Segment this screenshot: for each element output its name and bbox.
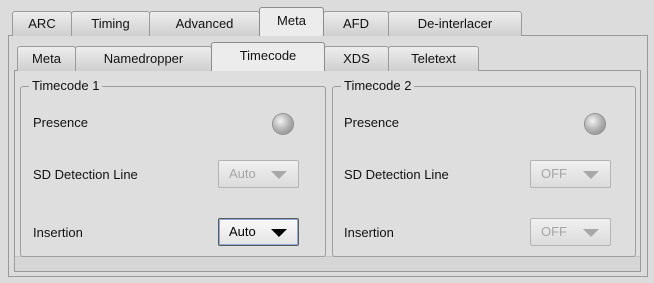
timecode-2-presence-led-icon — [585, 114, 605, 134]
subtab-teletext[interactable]: Teletext — [388, 46, 479, 71]
chevron-down-icon — [583, 171, 599, 179]
timecode-1-insertion-value: Auto — [229, 224, 256, 239]
subtab-namedropper[interactable]: Namedropper — [75, 46, 212, 71]
timecode-1-presence-led-icon — [273, 114, 293, 134]
sub-tab-panel: Timecode 1 Presence SD Detection Line Au… — [14, 70, 641, 272]
timecode-2-insertion-dropdown[interactable]: OFF — [530, 218, 611, 246]
timecode-2-group: Timecode 2 Presence SD Detection Line OF… — [332, 79, 636, 257]
timecode-2-title: Timecode 2 — [341, 79, 415, 93]
timecode-1-detection-label: SD Detection Line — [33, 167, 138, 182]
timecode-2-detection-dropdown[interactable]: OFF — [530, 160, 611, 188]
tab-arc[interactable]: ARC — [12, 11, 72, 36]
timecode-1-presence-label: Presence — [33, 115, 88, 130]
main-tab-bar: ARC Timing Advanced Meta AFD De-interlac… — [12, 6, 522, 36]
timecode-1-title: Timecode 1 — [29, 79, 103, 93]
tab-meta[interactable]: Meta — [259, 7, 324, 36]
tab-de-interlacer[interactable]: De-interlacer — [388, 11, 522, 36]
timecode-1-insertion-dropdown[interactable]: Auto — [218, 218, 299, 246]
tab-afd[interactable]: AFD — [323, 11, 389, 36]
timecode-1-insertion-label: Insertion — [33, 225, 83, 240]
chevron-down-icon — [583, 229, 599, 237]
timecode-2-detection-value: OFF — [541, 166, 567, 181]
tab-timing[interactable]: Timing — [71, 11, 150, 36]
panel-footer-strip — [15, 256, 640, 271]
subtab-xds[interactable]: XDS — [324, 46, 389, 71]
subtab-timecode[interactable]: Timecode — [211, 42, 325, 71]
timecode-1-detection-dropdown[interactable]: Auto — [218, 160, 299, 188]
timecode-1-detection-value: Auto — [229, 166, 256, 181]
timecode-2-insertion-label: Insertion — [344, 225, 394, 240]
timecode-2-presence-label: Presence — [344, 115, 399, 130]
timecode-2-detection-label: SD Detection Line — [344, 167, 449, 182]
sub-tab-bar: Meta Namedropper Timecode XDS Teletext — [17, 41, 479, 71]
tab-advanced[interactable]: Advanced — [149, 11, 260, 36]
timecode-2-insertion-value: OFF — [541, 224, 567, 239]
subtab-meta[interactable]: Meta — [17, 46, 76, 71]
chevron-down-icon — [271, 171, 287, 179]
chevron-down-icon — [271, 229, 287, 237]
timecode-1-group: Timecode 1 Presence SD Detection Line Au… — [20, 79, 326, 257]
